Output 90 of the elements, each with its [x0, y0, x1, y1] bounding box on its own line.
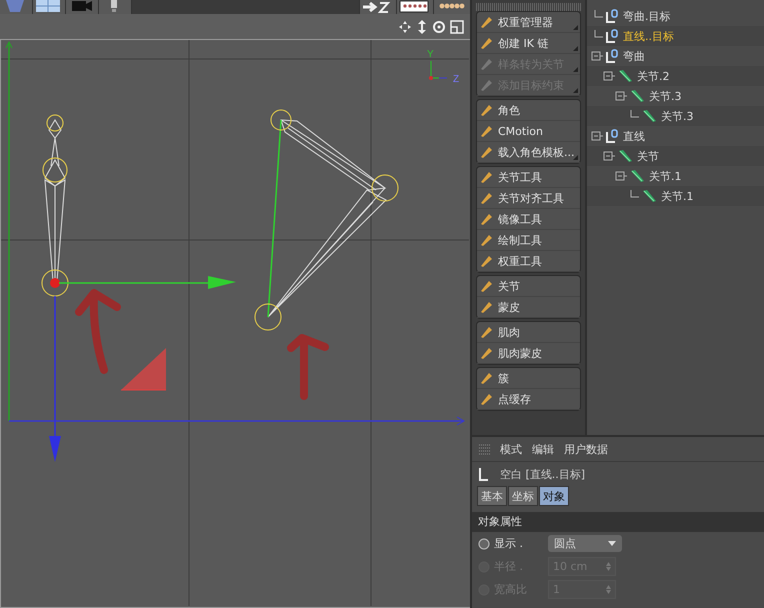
tree-item[interactable]: 直线 [587, 126, 764, 146]
tool-item[interactable]: 角色 [477, 100, 580, 121]
tree-item[interactable]: 关节.2 [587, 66, 764, 86]
collapse-icon[interactable] [591, 50, 603, 62]
tool-item[interactable]: 肌肉 [477, 322, 580, 343]
window-icon[interactable] [450, 20, 464, 34]
move-icon[interactable] [398, 20, 412, 34]
tool-icon [481, 16, 492, 28]
tool-icon [481, 192, 492, 204]
joint-icon [629, 89, 645, 103]
tool-icon [481, 372, 492, 384]
joint-icon [629, 169, 645, 183]
tool-icon [481, 38, 492, 48]
axis-gizmo-icon [429, 60, 448, 80]
light-icon[interactable] [99, 0, 132, 14]
tool-icon [481, 214, 492, 224]
tool-item[interactable]: 载入角色模板... [477, 142, 580, 163]
tool-item[interactable]: 关节工具 [477, 167, 580, 188]
menu-item[interactable]: 用户数据 [564, 442, 608, 456]
tool-icon [481, 394, 492, 404]
tool-icon [481, 256, 492, 266]
axis-label: Y [427, 49, 434, 60]
joint-icon [617, 69, 633, 83]
rotate-icon[interactable] [432, 20, 446, 34]
joint-icon [641, 189, 657, 203]
vertical-arrows-icon[interactable] [416, 20, 428, 34]
joint-icon [617, 149, 633, 163]
tool-item[interactable]: 权重管理器 [477, 12, 580, 33]
tool-icon [481, 104, 492, 116]
tool-item[interactable]: 肌肉蒙皮 [477, 343, 580, 364]
collapse-icon[interactable] [615, 90, 627, 102]
collapse-icon[interactable] [603, 150, 615, 162]
tool-icon [481, 234, 492, 246]
tree-item[interactable]: 弯曲.目标 [587, 6, 764, 26]
arrow-to-axis-icon[interactable] [359, 0, 396, 14]
null-object-icon [605, 49, 619, 63]
grip-icon [479, 444, 490, 454]
tree-item[interactable]: 关节.3 [587, 86, 764, 106]
collapse-icon[interactable] [615, 170, 627, 182]
tool-icon [481, 172, 492, 182]
tool-item[interactable]: 绘制工具 [477, 230, 580, 251]
null-object-icon [605, 9, 619, 23]
angle-triangle-drawing [120, 348, 166, 390]
tool-icon [481, 348, 492, 358]
collapse-icon[interactable] [603, 70, 615, 82]
spinner-icon [606, 562, 611, 571]
animation-radio[interactable] [478, 538, 490, 550]
tab[interactable]: 坐标 [508, 486, 538, 506]
tree-item[interactable]: 直线..目标 [587, 26, 764, 46]
menu-item[interactable]: 模式 [500, 442, 522, 456]
dotted-mesh-icon[interactable] [396, 0, 433, 14]
tool-item[interactable]: 关节对齐工具 [477, 188, 580, 209]
tree-item[interactable]: 弯曲 [587, 46, 764, 66]
collapse-icon[interactable] [591, 130, 603, 142]
joint-icon [641, 109, 657, 123]
tool-icon [481, 146, 492, 158]
tool-icon [481, 126, 492, 136]
tool-item[interactable]: 点缓存 [477, 389, 580, 410]
tool-icon [481, 80, 492, 90]
axis-label: Z [453, 74, 460, 85]
field-label: 显示 . [494, 536, 524, 551]
tool-item[interactable]: 创建 IK 链 [477, 33, 580, 54]
tool-icon [481, 302, 492, 312]
tool-item[interactable]: 权重工具 [477, 251, 580, 272]
tab[interactable]: 基本 [477, 486, 507, 506]
section-header: 对象属性 [472, 512, 764, 532]
menu-item[interactable]: 编辑 [532, 442, 554, 456]
tree-item[interactable]: 关节.1 [587, 186, 764, 206]
tool-item[interactable]: 蒙皮 [477, 297, 580, 318]
cube-icon[interactable] [0, 0, 33, 14]
tool-icon [481, 280, 492, 292]
tab[interactable]: 对象 [539, 486, 569, 506]
tool-icon [481, 326, 492, 338]
tree-item[interactable]: 关节 [587, 146, 764, 166]
tree-item[interactable]: 关节.3 [587, 106, 764, 126]
tool-item[interactable]: 镜像工具 [477, 209, 580, 230]
display-dropdown[interactable]: 圆点 [548, 535, 622, 552]
caret-icon [608, 541, 616, 546]
object-title: 空白 [直线..目标] [500, 466, 586, 482]
tool-item[interactable]: CMotion [477, 121, 580, 142]
null-object-icon [605, 129, 619, 143]
honeycomb-icon[interactable] [433, 0, 470, 14]
grip-bar[interactable] [476, 3, 581, 11]
grid-icon[interactable] [33, 0, 66, 14]
tool-item[interactable]: 关节 [477, 276, 580, 297]
tool-icon [481, 58, 492, 70]
spinner-icon [606, 585, 611, 594]
tool-item[interactable]: 簇 [477, 368, 580, 389]
null-object-icon [605, 29, 619, 43]
tree-item[interactable]: 关节.1 [587, 166, 764, 186]
